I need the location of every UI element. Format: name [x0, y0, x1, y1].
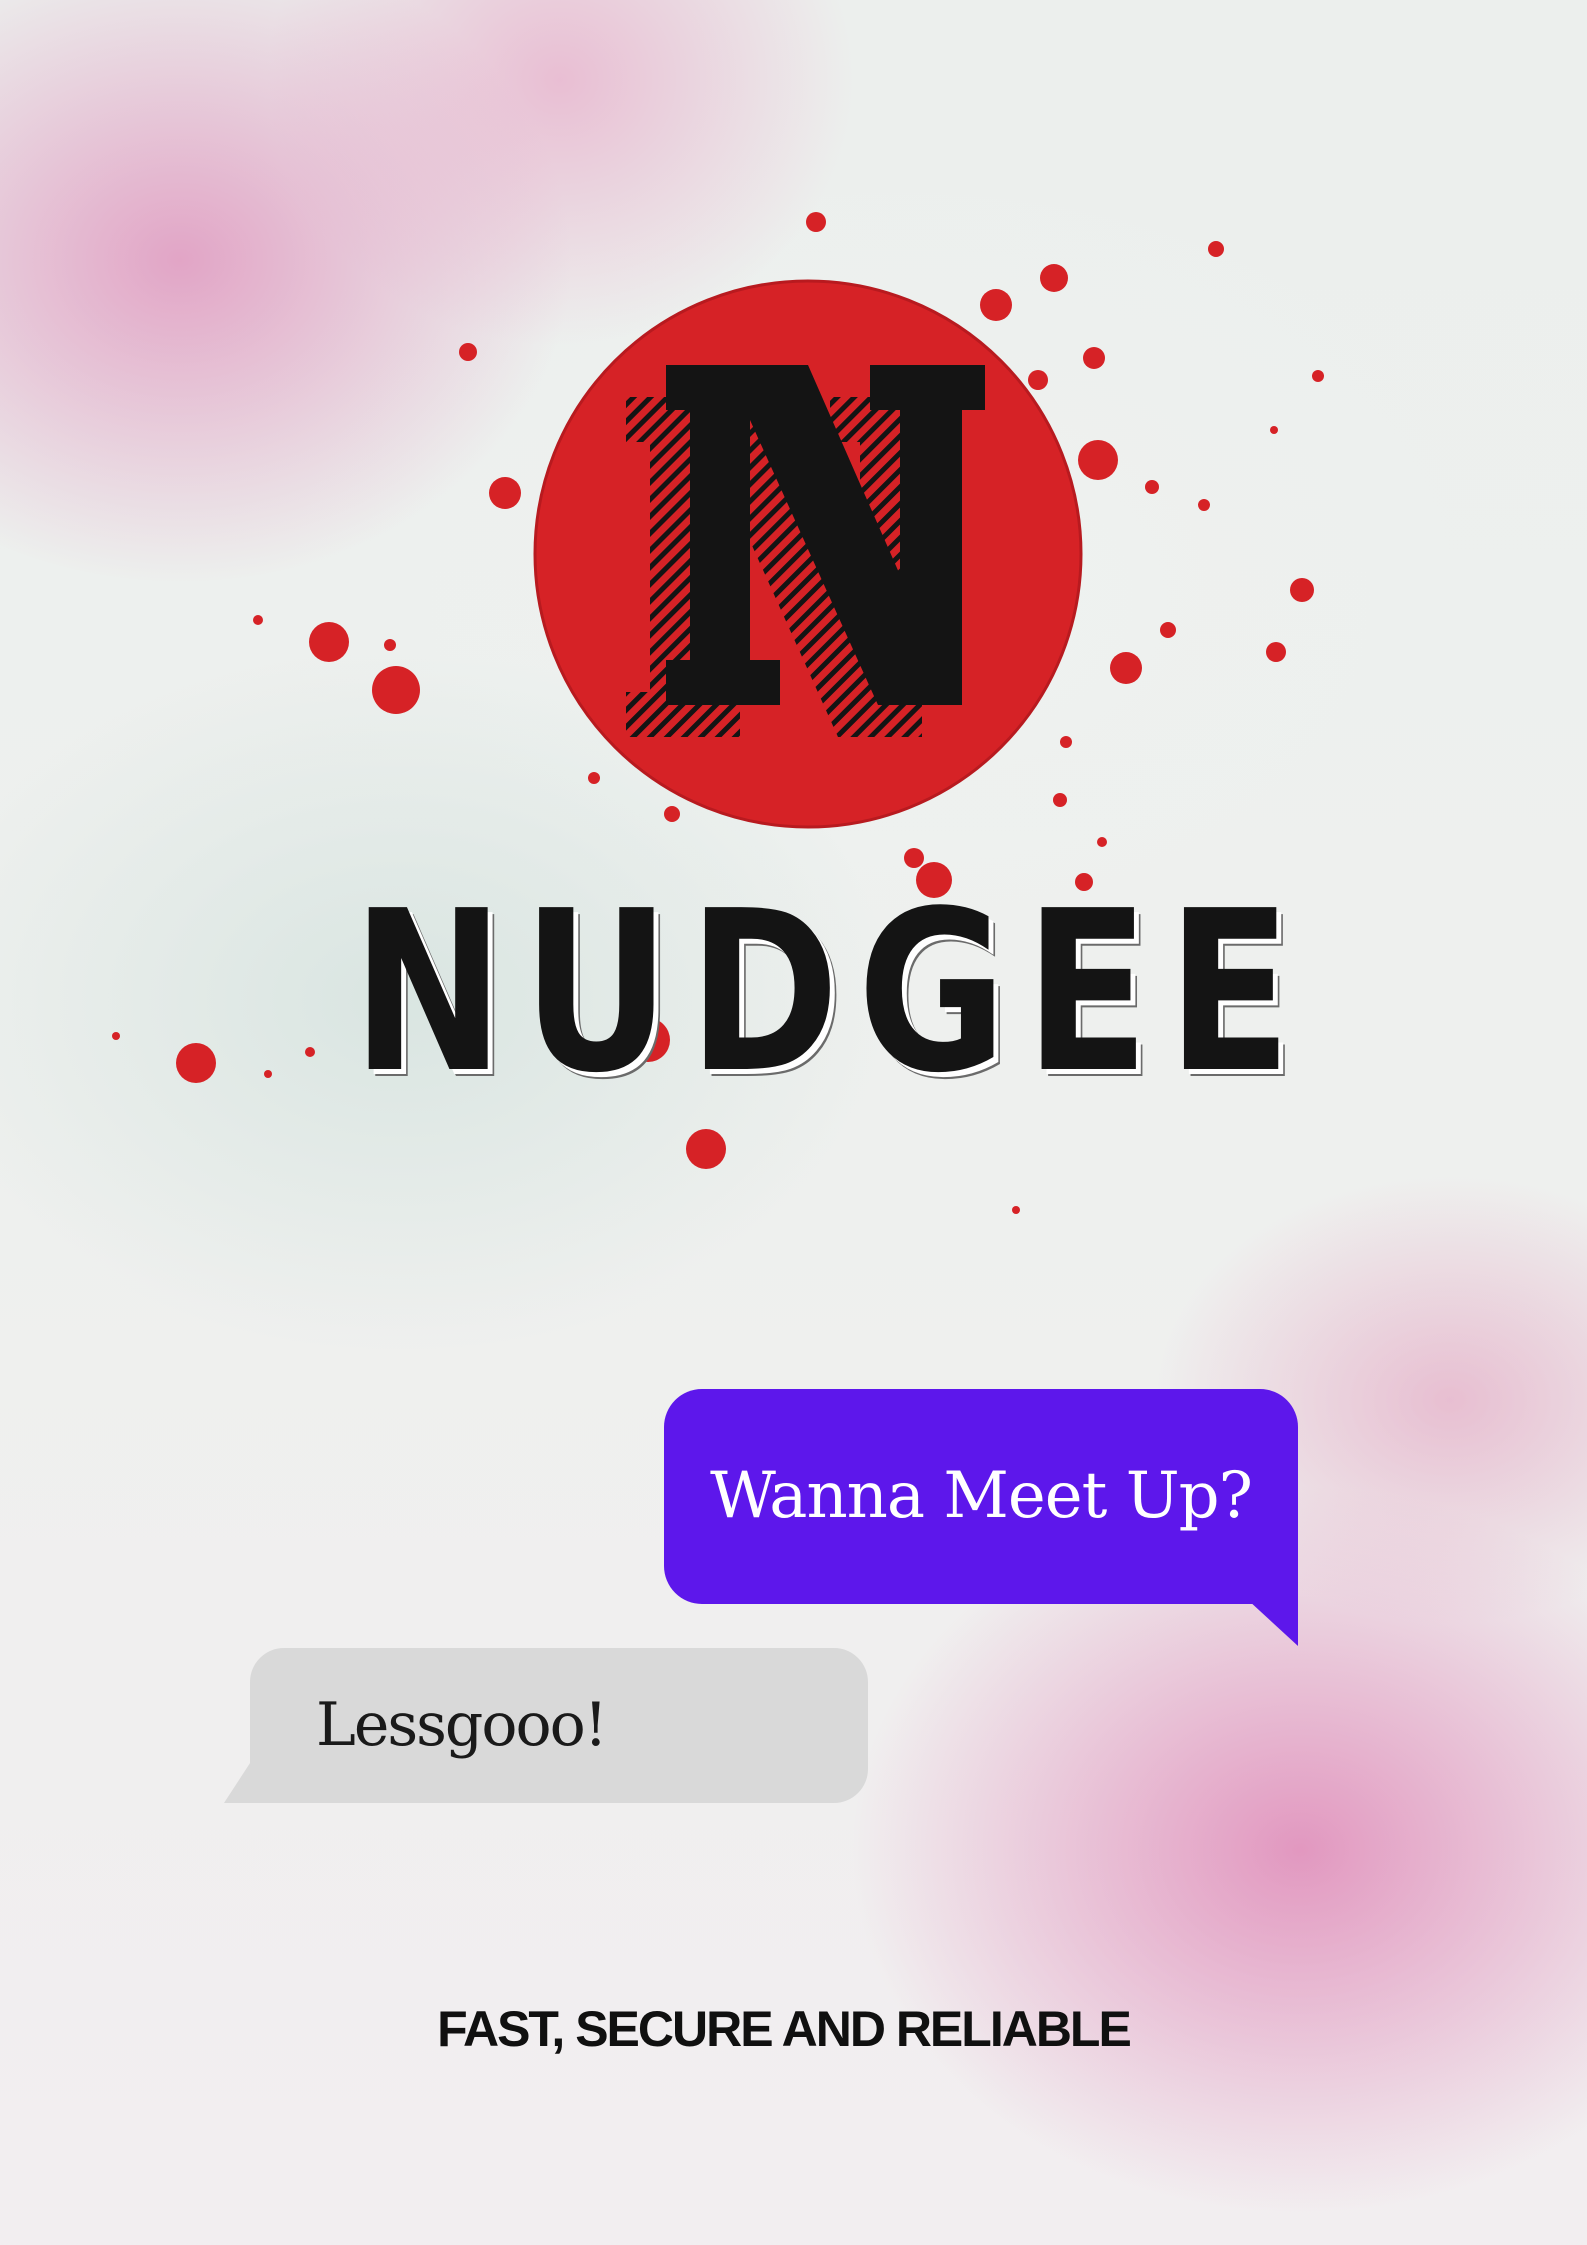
received-message-bubble: Lessgooo!	[250, 1648, 868, 1803]
brand-name: NUDGEE	[352, 864, 1310, 1122]
sent-bubble-tail	[1248, 1600, 1298, 1646]
sent-message-bubble: Wanna Meet Up?	[664, 1389, 1298, 1604]
tagline: FAST, SECURE AND RELIABLE	[437, 2001, 1132, 2057]
received-bubble-tail	[224, 1760, 252, 1803]
